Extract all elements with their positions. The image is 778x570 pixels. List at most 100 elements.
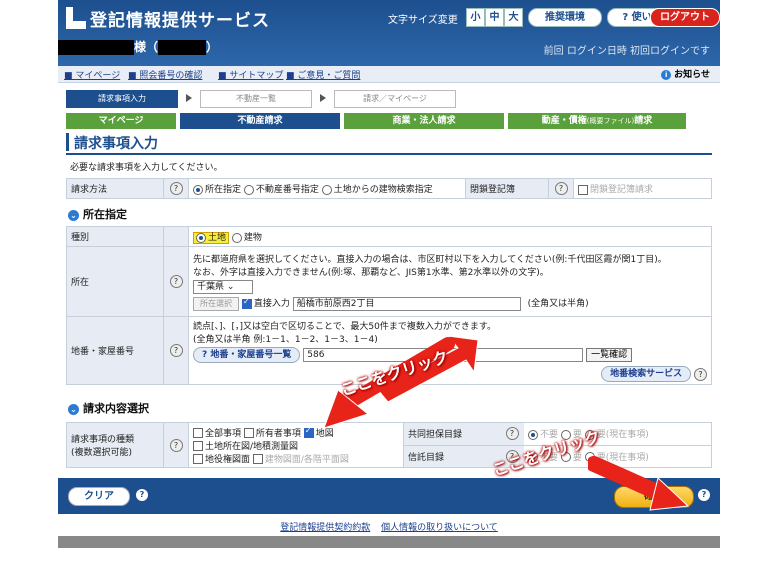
- lot-list-label: 地番・家屋番号一覧: [210, 350, 292, 360]
- font-size-large-button[interactable]: 大: [504, 8, 523, 27]
- trust-label: 信託目録: [404, 445, 500, 467]
- tab-corporate[interactable]: 商業・法人請求: [344, 113, 504, 129]
- direct-input-checkbox[interactable]: 直接入力: [241, 297, 290, 310]
- nav-inquiry-label: 照会番号の確認: [139, 71, 203, 81]
- owner-items-checkbox[interactable]: 所有者事項: [243, 428, 301, 439]
- lot-list-button[interactable]: ? 地番・家屋番号一覧: [193, 347, 301, 363]
- user-suffix-close: ）: [206, 40, 219, 54]
- page-title: 請求事項入力: [74, 136, 158, 152]
- step-list: 不動産一覧: [200, 90, 312, 108]
- kind-label: 請求事項の種類 (複数選択可能): [66, 422, 164, 468]
- address-label: 所在: [66, 246, 164, 317]
- method-option-location[interactable]: 所在指定: [193, 184, 242, 195]
- footer-links: 登記情報提供契約約款 個人情報の取り扱いについて: [58, 520, 720, 533]
- redacted-name: [58, 40, 134, 55]
- kind-label-2: (複数選択可能): [71, 448, 133, 458]
- privacy-link[interactable]: 個人情報の取り扱いについて: [381, 523, 498, 533]
- clear-button[interactable]: クリア: [68, 487, 130, 506]
- prefecture-value: 千葉県: [197, 282, 225, 293]
- method-label: 請求方法: [66, 178, 164, 199]
- nav-my-page[interactable]: ■ マイページ: [64, 68, 120, 81]
- step-input: 請求事項入力: [66, 90, 178, 108]
- step-arrow-icon: [320, 94, 326, 102]
- location-heading-text: 所在指定: [83, 208, 127, 221]
- last-login: 前回 ログイン日時 初回ログインです: [543, 46, 710, 57]
- section-arrow-icon: ⌄: [68, 210, 79, 221]
- logout-button[interactable]: ログアウト: [650, 8, 720, 27]
- font-size-medium-button[interactable]: 中: [485, 8, 504, 27]
- method-option-building-label: 土地からの建物検索指定: [333, 185, 433, 195]
- lot-help-icon[interactable]: ?: [163, 316, 189, 385]
- notice-label: お知らせ: [674, 70, 710, 80]
- page-header: 請求事項入力: [66, 131, 712, 155]
- type-land-label: 土地: [208, 233, 227, 243]
- tab-my-page[interactable]: マイページ: [66, 113, 176, 129]
- info-icon: i: [661, 70, 672, 80]
- closed-option-label: 閉鎖登記簿請求: [590, 185, 654, 195]
- nav-inquiry-number[interactable]: ■ 照会番号の確認: [128, 68, 202, 81]
- tab-real-estate[interactable]: 不動産請求: [180, 113, 340, 129]
- survey-map-checkbox[interactable]: 土地所在図/地積測量図: [193, 441, 298, 452]
- confirm-help-icon[interactable]: ?: [698, 489, 710, 501]
- method-option-building[interactable]: 土地からの建物検索指定: [321, 184, 433, 195]
- all-items-label: 全部事項: [205, 428, 242, 439]
- question-icon: ?: [202, 350, 208, 360]
- method-option-location-label: 所在指定: [205, 185, 242, 195]
- list-confirm-button[interactable]: 一覧確認: [586, 348, 633, 362]
- type-land-option[interactable]: 土地: [193, 232, 230, 244]
- user-suffix: 様（: [134, 40, 159, 54]
- step-request: 請求／マイページ: [334, 90, 456, 108]
- nav-feedback[interactable]: ■ ご意見・ご質問: [286, 68, 360, 81]
- red-arrow-2-icon: [588, 456, 690, 511]
- page-frame: 登記情報提供サービス 文字サイズ変更 小 中 大 推奨環境 ? 使い方 ログアウ…: [58, 0, 720, 548]
- question-icon: ?: [622, 12, 632, 23]
- kind-label-1: 請求事項の種類: [71, 435, 135, 445]
- terms-link[interactable]: 登記情報提供契約約款: [280, 523, 370, 533]
- direct-input-label: 直接入力: [253, 299, 290, 310]
- site-title: 登記情報提供サービス: [90, 11, 270, 31]
- address-help-icon[interactable]: ?: [163, 246, 189, 317]
- method-table: 請求方法 ? 所在指定 不動産番号指定 土地からの建物検索指定 閉鎖登記簿 ? …: [66, 178, 712, 199]
- easement-checkbox[interactable]: 地役権図面: [193, 454, 250, 465]
- search-service-help-icon[interactable]: ?: [694, 367, 707, 381]
- recommended-env-button[interactable]: 推奨環境: [528, 8, 602, 27]
- type-building-option[interactable]: 建物: [231, 232, 262, 243]
- tab-movables-label: 動産・債権: [541, 116, 587, 126]
- content-section-heading: ⌄ 請求内容選択: [68, 400, 149, 416]
- map-label: 地図: [315, 428, 334, 439]
- nav-sitemap[interactable]: ■ サイトマップ: [218, 68, 283, 81]
- type-building-label: 建物: [243, 233, 262, 243]
- nav-sitemap-label: サイトマップ: [229, 71, 284, 81]
- closed-help-icon[interactable]: ?: [548, 178, 574, 199]
- clear-help-icon[interactable]: ?: [136, 489, 148, 501]
- title-bar: [66, 133, 69, 151]
- prefecture-select[interactable]: 千葉県 ⌄: [193, 280, 253, 295]
- font-size-small-button[interactable]: 小: [466, 8, 485, 27]
- redacted-id: [158, 40, 207, 55]
- joint-help-icon[interactable]: ?: [500, 423, 524, 446]
- method-option-number-label: 不動産番号指定: [255, 185, 319, 195]
- instruction-text: 必要な請求事項を入力してください。: [70, 163, 223, 173]
- address-select-button[interactable]: 所在選択: [193, 296, 239, 311]
- all-items-checkbox[interactable]: 全部事項: [193, 428, 242, 439]
- font-size-label: 文字サイズ変更: [388, 15, 458, 26]
- address-input[interactable]: 船橋市前原西2丁目: [292, 296, 521, 311]
- closed-label: 閉鎖登記簿: [465, 178, 549, 199]
- section-arrow-icon: ⌄: [68, 404, 79, 415]
- content-heading-text: 請求内容選択: [83, 402, 149, 415]
- type-label: 種別: [66, 226, 164, 247]
- map-checkbox[interactable]: 地図: [303, 426, 334, 439]
- notice-link[interactable]: i お知らせ: [661, 67, 710, 80]
- closed-option[interactable]: 閉鎖登記簿請求: [573, 178, 712, 199]
- type-options: 土地 建物: [188, 226, 712, 247]
- tab-movables[interactable]: 動産・債権(概要ファイル)請求: [508, 113, 686, 129]
- lot-search-service-button[interactable]: 地番検索サービス: [601, 366, 692, 382]
- kind-help-icon[interactable]: ?: [163, 422, 189, 468]
- address-cell: 先に都道府県を選択してください。直接入力の場合は、市区町村以下を入力してください…: [188, 246, 712, 317]
- bottom-strip: [58, 536, 720, 548]
- tab-movables-suffix: 請求: [634, 116, 653, 126]
- method-help-icon[interactable]: ?: [163, 178, 189, 199]
- building-plan-checkbox[interactable]: 建物図面/各階平面図: [252, 454, 349, 465]
- nav-my-page-label: マイページ: [75, 71, 121, 81]
- method-option-number[interactable]: 不動産番号指定: [243, 184, 319, 195]
